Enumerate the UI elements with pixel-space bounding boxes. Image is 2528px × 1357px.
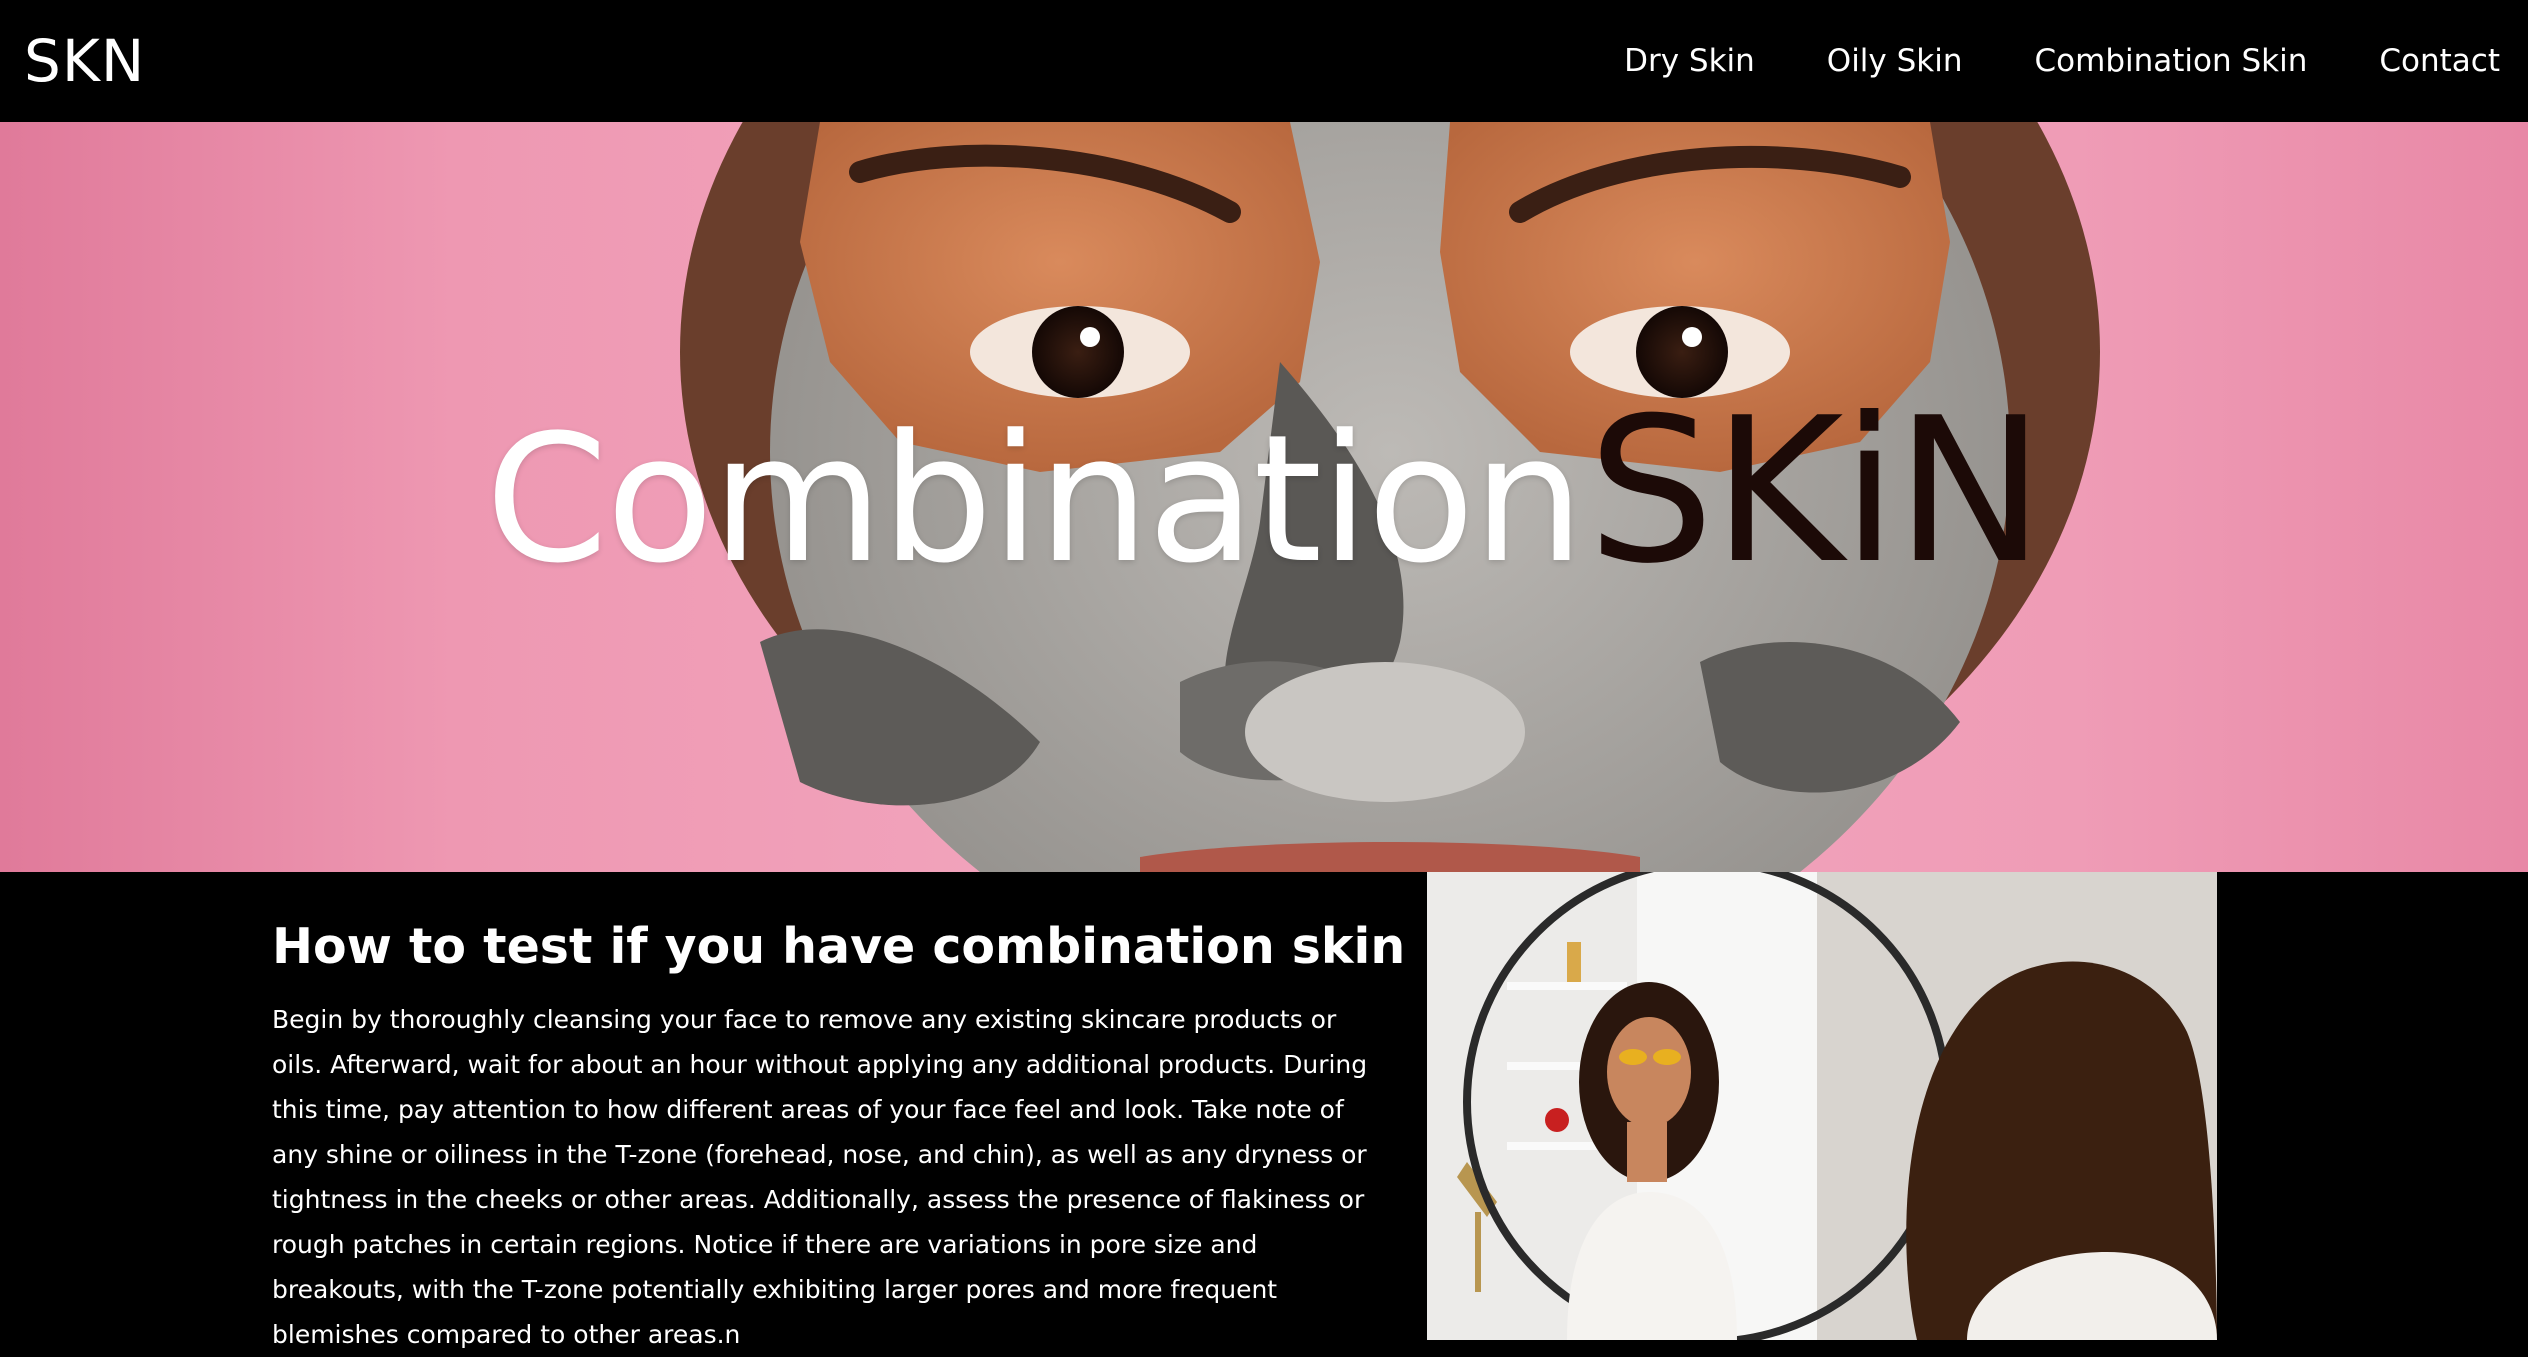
nav-link-oily-skin[interactable]: Oily Skin [1827,43,1963,79]
mirror-photo-illustration [1427,872,2217,1340]
section-heading: How to test if you have combination skin [272,918,1406,975]
section-body-text: Begin by thoroughly cleansing your face … [272,1005,1368,1349]
nav-link-dry-skin[interactable]: Dry Skin [1624,43,1755,79]
hero-title-word-skin: SKiN [1587,375,2044,608]
hero-banner: Combination SKiN [0,122,2528,872]
hero-title-word-combination: Combination [485,397,1584,602]
hero-title: Combination SKiN [0,392,2528,592]
main-nav: Dry Skin Oily Skin Combination Skin Cont… [1552,43,2500,79]
mirror-photo [1427,872,2217,1340]
nav-link-combination-skin[interactable]: Combination Skin [2035,43,2308,79]
info-section: How to test if you have combination skin… [0,872,2528,1349]
site-logo[interactable]: SKN [24,27,145,95]
top-navbar: SKN Dry Skin Oily Skin Combination Skin … [0,0,2528,122]
info-text-block: How to test if you have combination skin… [272,918,1406,1357]
nav-link-contact[interactable]: Contact [2379,43,2500,79]
